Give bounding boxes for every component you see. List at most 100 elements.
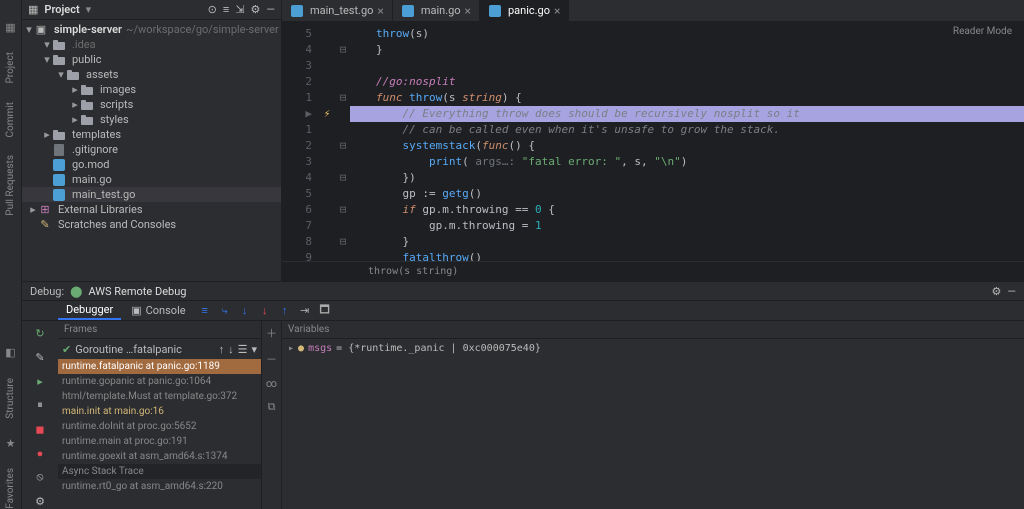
- gear-icon[interactable]: ⚙: [251, 3, 261, 16]
- tree-item[interactable]: ▸⊞External Libraries: [22, 202, 281, 217]
- go-icon: [401, 5, 415, 17]
- gear-icon[interactable]: ⚙: [992, 285, 1002, 298]
- dropdown-icon[interactable]: ▾: [86, 3, 92, 16]
- project-panel: ▦ Project ▾ ⊙ ≡ ⇲ ⚙ — ▾ ▣ simple-server …: [22, 0, 282, 281]
- run-to-cursor-icon[interactable]: ⇥: [296, 304, 314, 317]
- step-into-my-icon[interactable]: ↓: [256, 304, 274, 317]
- tree-item[interactable]: ▸styles: [22, 112, 281, 127]
- editor-tab[interactable]: panic.go×: [480, 0, 569, 21]
- project-root[interactable]: ▾ ▣ simple-server ~/workspace/go/simple-…: [22, 22, 281, 37]
- threads-icon[interactable]: ≡: [196, 304, 214, 317]
- tree-item[interactable]: ▾assets: [22, 67, 281, 82]
- hide-icon[interactable]: —: [1007, 285, 1016, 298]
- favorites-tool-icon[interactable]: ★: [4, 436, 18, 450]
- module-icon: ▣: [34, 24, 48, 36]
- tree-item[interactable]: go.mod: [22, 157, 281, 172]
- variable-row[interactable]: ▸ ● msgs = {*runtime._panic | 0xc000075e…: [288, 343, 1018, 354]
- code-body[interactable]: throw(s)} //go:nosplitfunc throw(s strin…: [350, 22, 1024, 261]
- rerun-icon[interactable]: ↻: [32, 325, 48, 341]
- structure-tool-label[interactable]: Structure: [5, 378, 16, 419]
- step-into-icon[interactable]: ↓: [236, 304, 254, 317]
- structure-tool-icon[interactable]: ◧: [4, 346, 18, 360]
- project-title: Project: [44, 3, 79, 16]
- pause-icon[interactable]: ⏸: [32, 397, 48, 413]
- tree-item[interactable]: ✎Scratches and Consoles: [22, 217, 281, 232]
- tree-item[interactable]: main_test.go: [22, 187, 281, 202]
- stack-frame[interactable]: runtime.fatalpanic at panic.go:1189: [58, 359, 261, 374]
- stop-icon[interactable]: ◼: [32, 421, 48, 437]
- project-icon: ▦: [28, 3, 38, 16]
- add-watch-icon[interactable]: ＋: [266, 325, 277, 341]
- close-icon[interactable]: ×: [465, 4, 471, 18]
- prev-frame-icon[interactable]: ↑: [219, 343, 225, 356]
- stack-frame[interactable]: runtime.main at proc.go:191: [58, 434, 261, 449]
- resume-icon[interactable]: ▸: [32, 373, 48, 389]
- favorites-tool-label[interactable]: Favorites: [5, 468, 16, 509]
- lib-icon: ⊞: [38, 204, 52, 216]
- left-tool-gutter: ▦ Project Commit Pull Requests ◧ Structu…: [0, 0, 22, 509]
- step-over-icon[interactable]: ⤷: [216, 304, 234, 318]
- stack-frame[interactable]: html/template.Must at template.go:372: [58, 389, 261, 404]
- project-tool-label[interactable]: Project: [5, 52, 16, 84]
- tree-item[interactable]: ▾public: [22, 52, 281, 67]
- folder-icon: [52, 54, 66, 66]
- target-icon[interactable]: ⊙: [208, 3, 217, 16]
- modify-icon[interactable]: ✎: [32, 349, 48, 365]
- fold-gutter[interactable]: ⊟⊟⊟⊟⊟⊟: [336, 22, 350, 261]
- folder-icon: [66, 69, 80, 81]
- scratch-icon: ✎: [38, 219, 52, 231]
- tab-debugger[interactable]: Debugger: [58, 301, 121, 320]
- project-tool-icon[interactable]: ▦: [4, 20, 18, 34]
- hide-icon[interactable]: —: [266, 3, 275, 16]
- debug-panel: Debug: ⬤ AWS Remote Debug ⚙ — Debugger ▣…: [22, 281, 1024, 509]
- next-frame-icon[interactable]: ↓: [228, 343, 234, 356]
- folder-icon: [52, 39, 66, 51]
- folder-icon: [80, 114, 94, 126]
- pullreq-tool-label[interactable]: Pull Requests: [5, 155, 16, 216]
- go-icon: [488, 5, 502, 17]
- editor-tab[interactable]: main_test.go×: [282, 0, 393, 21]
- file-icon: [52, 144, 66, 156]
- go-icon: [290, 5, 304, 17]
- go-icon: [52, 159, 66, 171]
- stack-frame[interactable]: runtime.rt0_go at asm_amd64.s:220: [58, 479, 261, 494]
- breakpoint-gutter[interactable]: ⚡: [318, 22, 336, 261]
- collapse-icon[interactable]: ⇲: [235, 3, 244, 16]
- settings-icon[interactable]: ⚙: [32, 493, 48, 509]
- view-breakpoints-icon[interactable]: ●: [32, 445, 48, 461]
- goroutine-selector[interactable]: ✔ Goroutine …fatalpanic ↑ ↓ ☰ ▾: [58, 339, 261, 359]
- tree-item[interactable]: ▸images: [22, 82, 281, 97]
- go-icon: [52, 189, 66, 201]
- editor-tab[interactable]: main.go×: [393, 0, 480, 21]
- expand-icon[interactable]: ≡: [223, 3, 229, 16]
- step-out-icon[interactable]: ↑: [276, 304, 294, 317]
- line-numbers: 54321▶123456789: [282, 22, 318, 261]
- tree-item[interactable]: .gitignore: [22, 142, 281, 157]
- stack-frame[interactable]: runtime.gopanic at panic.go:1064: [58, 374, 261, 389]
- tree-item[interactable]: ▸scripts: [22, 97, 281, 112]
- close-icon[interactable]: ×: [377, 4, 383, 18]
- folder-icon: [80, 84, 94, 96]
- filter-icon[interactable]: ☰: [238, 343, 248, 356]
- link-icon[interactable]: ∞: [266, 377, 277, 390]
- debug-config[interactable]: AWS Remote Debug: [88, 285, 186, 298]
- bug-icon: ⬤: [70, 285, 82, 298]
- mute-breakpoints-icon[interactable]: ⦸: [32, 469, 48, 485]
- tree-item[interactable]: ▸templates: [22, 127, 281, 142]
- tree-item[interactable]: main.go: [22, 172, 281, 187]
- folder-icon: [80, 99, 94, 111]
- breadcrumb[interactable]: throw(s string): [282, 261, 1024, 281]
- close-icon[interactable]: ×: [554, 4, 560, 18]
- tree-item[interactable]: ▾.idea: [22, 37, 281, 52]
- stack-frame[interactable]: runtime.goexit at asm_amd64.s:1374: [58, 449, 261, 464]
- tab-console[interactable]: ▣Console: [123, 302, 193, 319]
- variables-header: Variables: [282, 321, 1024, 339]
- copy-icon[interactable]: ⧉: [268, 400, 276, 414]
- editor-tabs: main_test.go×main.go×panic.go×: [282, 0, 1024, 22]
- commit-tool-label[interactable]: Commit: [5, 102, 16, 137]
- debug-controls: ↻ ✎ ▸ ⏸ ◼ ● ⦸ ⚙: [22, 321, 58, 509]
- stack-frame[interactable]: main.init at main.go:16: [58, 404, 261, 419]
- stack-frame[interactable]: runtime.doInit at proc.go:5652: [58, 419, 261, 434]
- evaluate-icon[interactable]: 🗖: [316, 301, 334, 320]
- remove-watch-icon[interactable]: －: [266, 351, 277, 367]
